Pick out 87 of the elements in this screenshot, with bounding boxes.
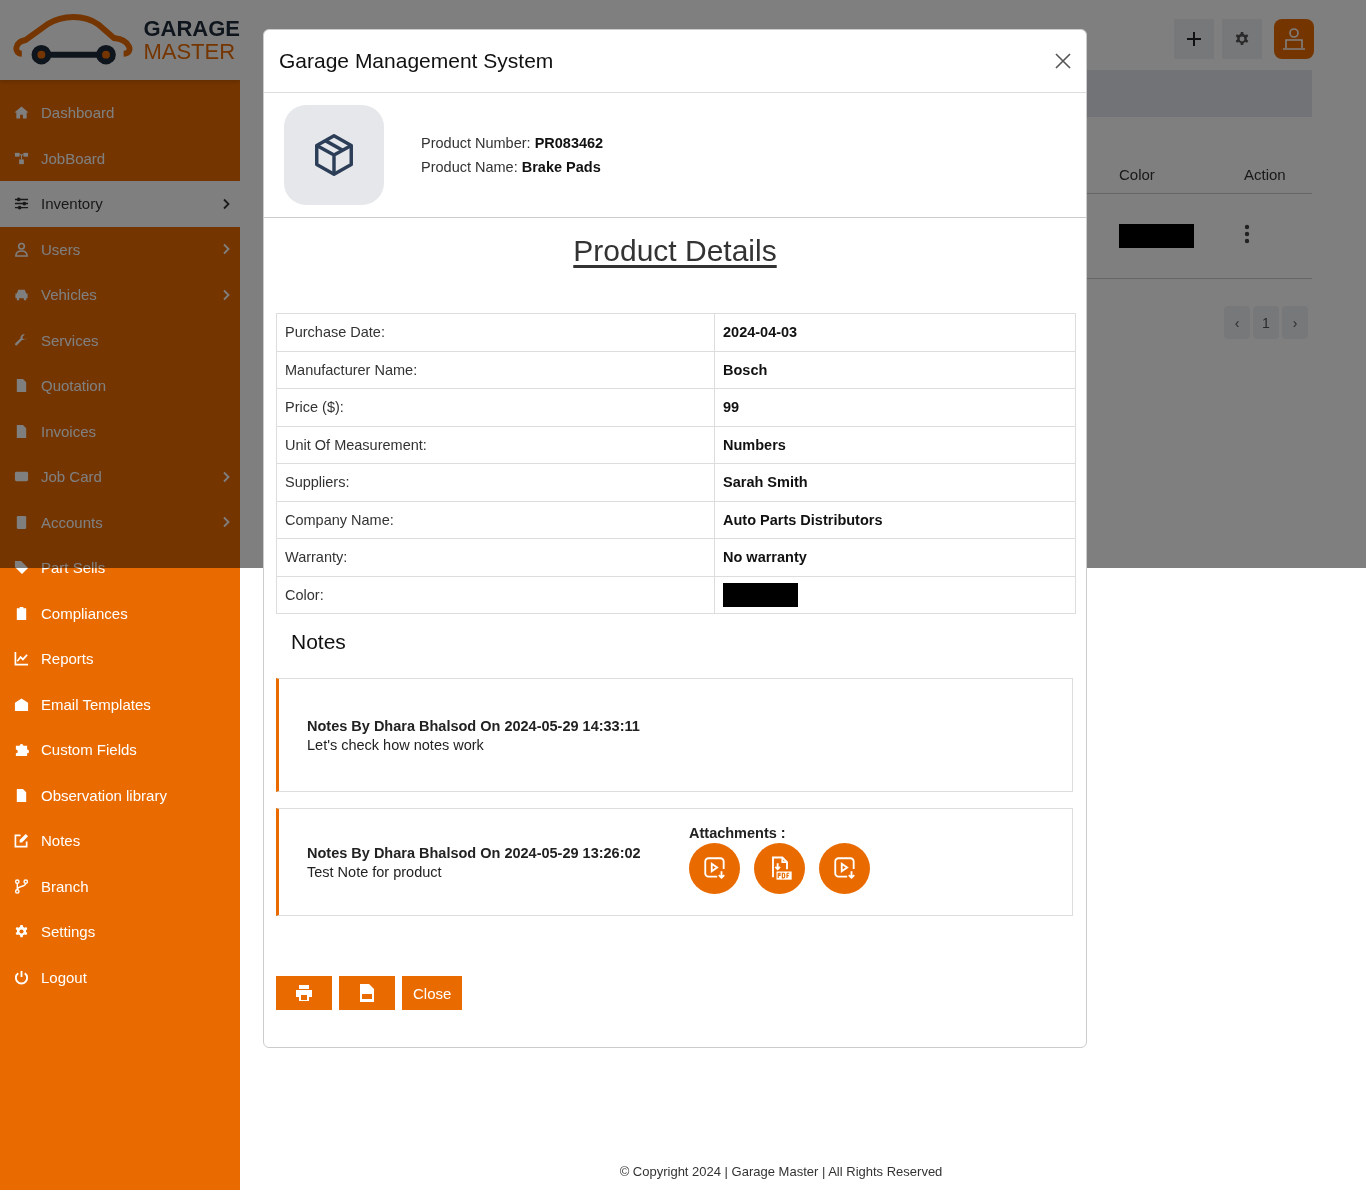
sidebar-item[interactable]: Reports: [0, 636, 240, 682]
close-icon[interactable]: [1054, 52, 1072, 70]
next-page-button[interactable]: ›: [1282, 306, 1308, 339]
copyright-text: © Copyright 2024 | Garage Master | All Rights Reserved: [619, 1164, 943, 1179]
sidebar-item[interactable]: Notes: [0, 818, 240, 864]
person-at-laptop-icon: [1281, 26, 1307, 52]
car-icon: [14, 287, 29, 303]
branch-icon: [14, 878, 29, 894]
video-download-button[interactable]: [689, 842, 740, 894]
add-button[interactable]: [1174, 19, 1214, 59]
detail-label: Color:: [285, 586, 324, 603]
settings-button[interactable]: [1222, 19, 1262, 59]
attachments-label: Attachments :: [689, 824, 787, 841]
print-button[interactable]: [276, 976, 332, 1010]
column-header: Color: [1119, 165, 1156, 183]
detail-value: Auto Parts Distributors: [723, 511, 883, 528]
edit-icon: [14, 833, 29, 849]
pdf-download-button[interactable]: [754, 842, 805, 894]
sidebar-item[interactable]: Invoices: [0, 408, 240, 454]
detail-value: Numbers: [723, 436, 786, 453]
plus-icon: [1186, 31, 1202, 47]
user-icon: [14, 241, 29, 257]
sidebar-item[interactable]: Job Card: [0, 454, 240, 500]
video-download-icon: [831, 855, 858, 881]
clipboard-icon: [14, 605, 29, 621]
notes-heading: Notes: [291, 630, 346, 653]
printer-icon: [294, 983, 314, 1003]
sidebar-item[interactable]: Inventory: [0, 181, 240, 227]
detail-label: Warranty:: [285, 549, 348, 566]
detail-label: Purchase Date:: [285, 324, 385, 341]
modal-title: Garage Management System: [279, 49, 554, 73]
sidebar-item[interactable]: Dashboard: [0, 90, 240, 136]
section-heading: Product Details: [573, 234, 777, 267]
puzzle-icon: [14, 742, 29, 758]
sidebar-item[interactable]: Accounts: [0, 499, 240, 545]
settings-icon: [1234, 31, 1250, 47]
sidebar-item[interactable]: Custom Fields: [0, 727, 240, 773]
detail-label: Suppliers:: [285, 474, 350, 491]
logo-text: MASTER: [143, 40, 237, 63]
detail-value: 99: [723, 399, 740, 416]
document-icon: [14, 378, 29, 394]
sidebar-item[interactable]: Vehicles: [0, 272, 240, 318]
document-icon: [14, 423, 29, 439]
detail-label: Manufacturer Name:: [285, 361, 418, 378]
detail-label: Unit Of Measurement:: [285, 436, 427, 453]
sliders-icon: [14, 196, 29, 212]
sidebar-item[interactable]: Compliances: [0, 590, 240, 636]
detail-value: No warranty: [723, 549, 807, 566]
kebab-menu-icon[interactable]: [1244, 224, 1250, 244]
home-icon: [14, 105, 29, 121]
previous-page-button[interactable]: ‹: [1224, 306, 1250, 339]
pdf-file-icon: [358, 983, 376, 1003]
gear-icon: [14, 924, 29, 940]
profile-button[interactable]: [1274, 19, 1314, 59]
detail-value: Bosch: [723, 361, 768, 378]
sidebar-item[interactable]: Settings: [0, 909, 240, 955]
sidebar-item[interactable]: Email Templates: [0, 681, 240, 727]
product-name: Product Name: Brake Pads: [421, 159, 602, 175]
logo-text: GARAGE: [143, 17, 240, 40]
sidebar-item[interactable]: Quotation: [0, 363, 240, 409]
sidebar-item[interactable]: Services: [0, 317, 240, 363]
note-header: Notes By Dhara Bhalsod On 2024-05-29 14:33:11: [307, 717, 641, 734]
product-number: Product Number: PR083462: [421, 135, 604, 151]
detail-value: 2024-04-03: [723, 324, 798, 341]
sidebar-item[interactable]: Users: [0, 226, 240, 272]
detail-label: Company Name:: [285, 511, 394, 528]
note-header: Notes By Dhara Bhalsod On 2024-05-29 13:26:02: [307, 844, 642, 861]
page-button[interactable]: 1: [1253, 306, 1279, 339]
sidebar-item[interactable]: JobBoard: [0, 135, 240, 181]
sidebar-item[interactable]: Part Sells: [0, 545, 240, 591]
sitemap-icon: [14, 150, 29, 166]
note-text: Let's check how notes work: [307, 736, 485, 753]
close-button[interactable]: Close: [402, 976, 463, 1010]
sidebar-item[interactable]: Logout: [0, 954, 240, 1000]
note-text: Test Note for product: [307, 863, 443, 880]
video-download-icon: [701, 855, 728, 881]
video-download-button[interactable]: [819, 842, 870, 894]
document-icon: [14, 787, 29, 803]
sidebar-item[interactable]: Observation library: [0, 772, 240, 818]
detail-label: Price ($):: [285, 399, 344, 416]
pdf-button[interactable]: [339, 976, 395, 1010]
sidebar-item[interactable]: Branch: [0, 863, 240, 909]
detail-value: Sarah Smith: [723, 474, 808, 491]
tag-icon: [14, 560, 29, 576]
line-chart-icon: [14, 651, 29, 667]
power-icon: [14, 969, 29, 985]
column-header: Action: [1244, 165, 1287, 183]
